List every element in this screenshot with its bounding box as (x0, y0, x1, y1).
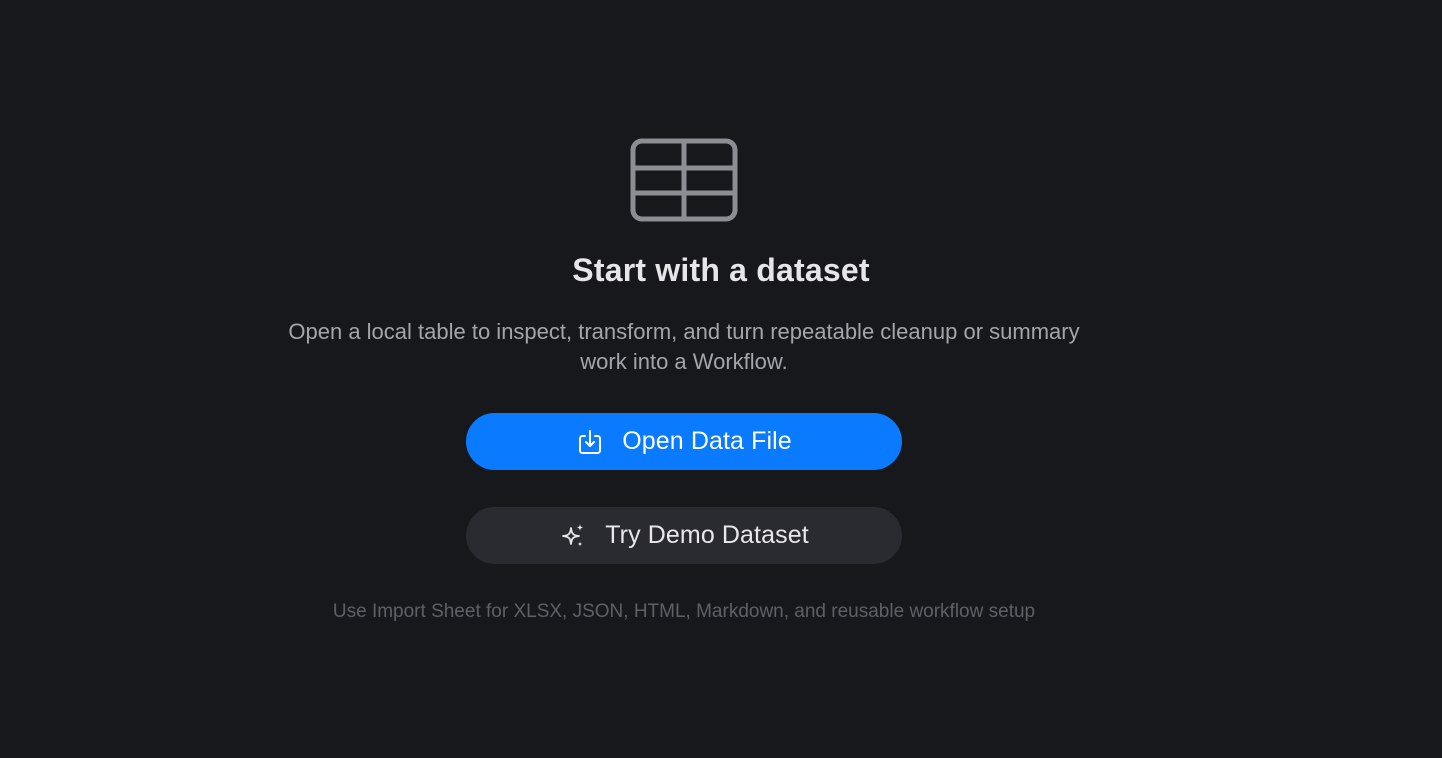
try-demo-dataset-button[interactable]: Try Demo Dataset (466, 507, 902, 564)
empty-state-title: Start with a dataset (572, 252, 870, 288)
empty-state-description: Open a local table to inspect, transform… (288, 319, 1080, 374)
table-icon (630, 138, 738, 222)
open-data-file-label: Open Data File (622, 427, 792, 455)
sparkles-icon (562, 523, 584, 546)
open-data-file-button[interactable]: Open Data File (466, 413, 902, 470)
empty-state: Start with a dataset Open a local table … (0, 0, 1442, 758)
import-file-icon (579, 429, 602, 454)
import-sheet-hint: Use Import Sheet for XLSX, JSON, HTML, M… (332, 601, 1036, 622)
try-demo-dataset-label: Try Demo Dataset (605, 521, 809, 549)
